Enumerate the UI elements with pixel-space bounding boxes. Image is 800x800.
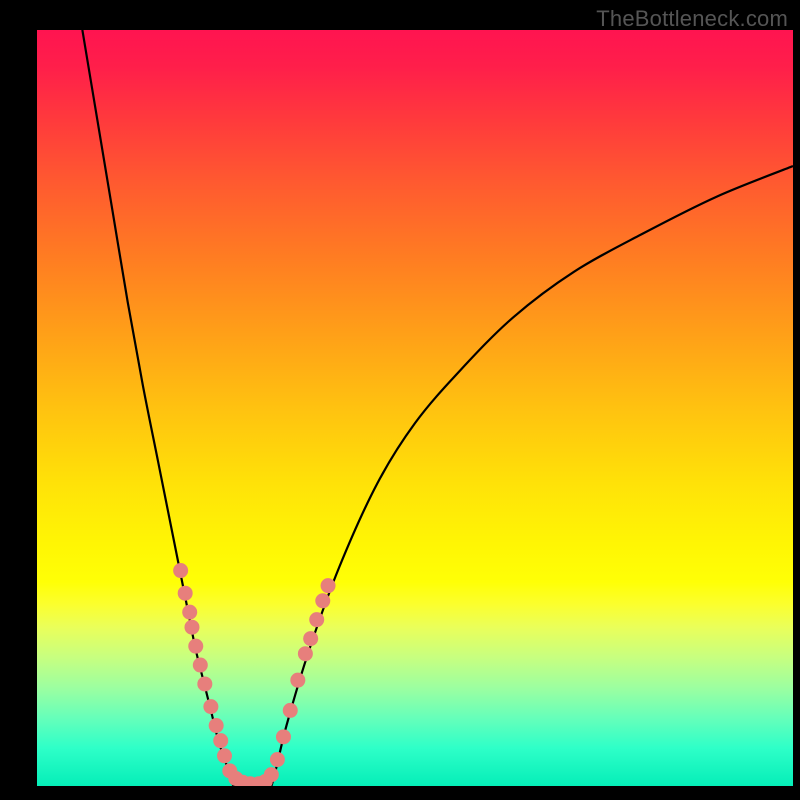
highlight-dot: [184, 620, 199, 635]
highlight-dot: [309, 612, 324, 627]
highlight-dot: [298, 646, 313, 661]
highlight-dot: [264, 767, 279, 782]
plot-area: [37, 30, 793, 786]
curve-group: [82, 30, 793, 786]
highlight-dot: [203, 699, 218, 714]
highlight-dot: [270, 752, 285, 767]
highlight-dot: [290, 673, 305, 688]
highlight-dot: [182, 605, 197, 620]
highlight-dot: [276, 729, 291, 744]
highlight-dot: [173, 563, 188, 578]
highlight-dot: [283, 703, 298, 718]
highlight-dots-group: [173, 563, 335, 786]
highlight-dot: [321, 578, 336, 593]
highlight-dot: [303, 631, 318, 646]
bottleneck-curve: [82, 30, 793, 786]
chart-frame: TheBottleneck.com: [0, 0, 800, 800]
highlight-dot: [209, 718, 224, 733]
highlight-dot: [188, 639, 203, 654]
highlight-dot: [178, 586, 193, 601]
highlight-dot: [213, 733, 228, 748]
highlight-dot: [193, 658, 208, 673]
highlight-dot: [217, 748, 232, 763]
chart-svg: [37, 30, 793, 786]
watermark-text: TheBottleneck.com: [596, 6, 788, 32]
highlight-dot: [197, 676, 212, 691]
highlight-dot: [315, 593, 330, 608]
